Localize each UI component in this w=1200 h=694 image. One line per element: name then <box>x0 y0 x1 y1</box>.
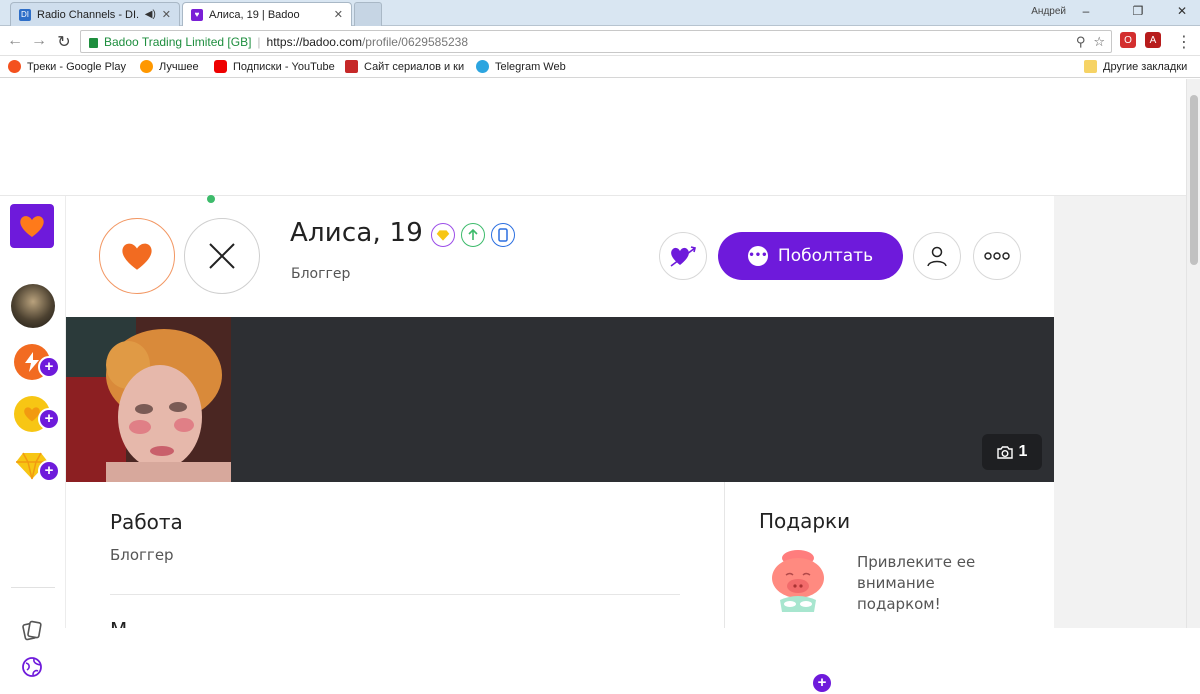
page-viewport: + + + Алиса, 19 Блоггер ••• Поболтать 1 … <box>0 79 1186 694</box>
bookmark-item[interactable]: Сайт сериалов и ки <box>345 60 464 73</box>
profile-header: Алиса, 19 Блоггер ••• Поболтать <box>66 196 1054 317</box>
sidebar-item-premium[interactable]: + <box>14 448 60 484</box>
page-scrollbar[interactable] <box>1186 79 1200 628</box>
my-avatar[interactable] <box>11 284 55 328</box>
url-path: /profile/0629585238 <box>361 34 469 49</box>
music-icon <box>8 60 21 73</box>
plus-icon: + <box>38 356 60 378</box>
chat-button[interactable]: ••• Поболтать <box>718 232 903 280</box>
close-window-icon[interactable]: ✕ <box>1172 4 1192 18</box>
pig-gift-icon <box>772 550 824 612</box>
more-dots-icon <box>984 252 1010 260</box>
photo-count-value: 1 <box>1018 443 1028 460</box>
section-title-gifts: Подарки <box>759 509 851 533</box>
photo-strip: 1 <box>66 317 1054 482</box>
browser-toolbar: ← → ↻ Badoo Trading Limited [GB] | https… <box>0 27 1200 56</box>
dislike-button[interactable] <box>184 218 260 294</box>
pdf-extension-icon[interactable]: A <box>1145 32 1161 48</box>
globe-icon <box>22 657 42 677</box>
url-host: https://badoo.com <box>266 34 362 49</box>
minimize-icon[interactable]: – <box>1076 4 1096 18</box>
profile-name: Алиса, 19 <box>290 218 423 248</box>
address-bar[interactable]: Badoo Trading Limited [GB] | https://bad… <box>80 30 1112 53</box>
diamond-badge-icon[interactable] <box>431 223 455 247</box>
telegram-icon <box>476 60 489 73</box>
sidebar: + + + <box>0 196 66 677</box>
profile-info-button[interactable] <box>913 232 961 280</box>
bookmark-favicon-icon <box>140 60 153 73</box>
tab-title: Алиса, 19 | Badoo <box>209 8 300 21</box>
profile-subtitle: Блоггер <box>291 266 351 282</box>
arrow-up-badge-icon[interactable] <box>461 223 485 247</box>
scrollbar-thumb[interactable] <box>1190 95 1198 265</box>
new-tab-button[interactable] <box>354 2 382 26</box>
tab-title: Radio Channels - DI.F <box>37 8 139 21</box>
tab-radio-channels[interactable]: DI Radio Channels - DI.F ◀) ✕ <box>10 2 180 26</box>
profile-photo[interactable] <box>66 317 231 482</box>
heart-logo-icon <box>20 216 44 237</box>
plus-icon: + <box>38 460 60 482</box>
camera-icon <box>996 446 1013 459</box>
column-divider <box>724 482 725 628</box>
online-indicator <box>207 195 215 203</box>
chat-button-label: Поболтать <box>777 246 874 266</box>
folder-icon <box>1084 60 1097 73</box>
zoom-icon[interactable]: ⚲ <box>1076 34 1086 50</box>
sidebar-item-boost[interactable]: + <box>14 344 60 380</box>
gifts-prompt: Привлеките ее внимание подарком! <box>857 553 976 613</box>
site-org: Badoo Trading Limited [GB] <box>104 34 252 49</box>
speaker-icon[interactable]: ◀) <box>145 9 156 20</box>
cards-icon <box>22 620 42 641</box>
bookmark-item[interactable]: Подписки - YouTube <box>214 60 335 73</box>
opera-extension-icon[interactable]: O <box>1120 32 1136 48</box>
tab-badoo-profile[interactable]: ♥ Алиса, 19 | Badoo ✕ <box>182 2 352 26</box>
sidebar-item-credits[interactable]: + <box>14 396 60 432</box>
add-gift-plus-icon[interactable]: + <box>811 672 833 694</box>
bookmark-item[interactable]: Треки - Google Play <box>8 60 126 73</box>
profile-content: Работа Блоггер М Подарки + Привлеките ее… <box>66 482 1054 694</box>
photo-count-button[interactable]: 1 <box>982 434 1042 470</box>
crush-heart-icon <box>670 246 696 267</box>
close-tab-icon[interactable]: ✕ <box>162 8 171 21</box>
top-banner-area <box>0 79 1186 196</box>
forward-icon[interactable]: → <box>30 32 48 50</box>
reload-icon[interactable]: ↻ <box>55 32 73 52</box>
plus-icon: + <box>38 408 60 430</box>
heart-icon <box>122 243 152 270</box>
browser-user-name[interactable]: Андрей <box>1031 6 1066 17</box>
back-icon[interactable]: ← <box>6 32 24 50</box>
work-value: Блоггер <box>110 546 174 564</box>
sidebar-item-encounters[interactable] <box>20 618 44 642</box>
youtube-icon <box>214 60 227 73</box>
radio-favicon-icon: DI <box>19 8 31 21</box>
phone-badge-icon[interactable] <box>491 223 515 247</box>
person-icon <box>927 246 947 267</box>
restore-icon[interactable]: ❐ <box>1128 4 1148 18</box>
bookmarks-bar: Треки - Google Play Лучшее Подписки - Yo… <box>0 56 1200 78</box>
chat-bubble-icon: ••• <box>747 246 768 266</box>
gift-button[interactable] <box>766 548 830 614</box>
more-button[interactable] <box>973 232 1021 280</box>
sidebar-divider <box>11 587 55 588</box>
badoo-favicon-icon: ♥ <box>191 8 203 21</box>
bookmark-item[interactable]: Telegram Web <box>476 60 566 73</box>
other-bookmarks[interactable]: Другие закладки <box>1084 60 1187 73</box>
bookmark-item[interactable]: Лучшее <box>140 60 199 73</box>
close-tab-icon[interactable]: ✕ <box>334 8 343 21</box>
sidebar-item-people-nearby[interactable] <box>20 655 44 679</box>
bookmark-star-icon[interactable]: ☆ <box>1093 34 1105 50</box>
menu-icon[interactable]: ⋮ <box>1175 32 1193 52</box>
crush-button[interactable] <box>659 232 707 280</box>
lock-icon <box>89 37 98 48</box>
section-divider <box>110 594 680 595</box>
right-gutter <box>1054 196 1186 628</box>
badoo-logo[interactable] <box>10 204 54 248</box>
section-title-work: Работа <box>110 510 183 534</box>
close-icon <box>209 243 235 269</box>
like-button[interactable] <box>99 218 175 294</box>
serials-icon <box>345 60 358 73</box>
browser-tab-bar: DI Radio Channels - DI.F ◀) ✕ ♥ Алиса, 1… <box>0 0 1200 26</box>
next-section-title: М <box>110 618 127 628</box>
